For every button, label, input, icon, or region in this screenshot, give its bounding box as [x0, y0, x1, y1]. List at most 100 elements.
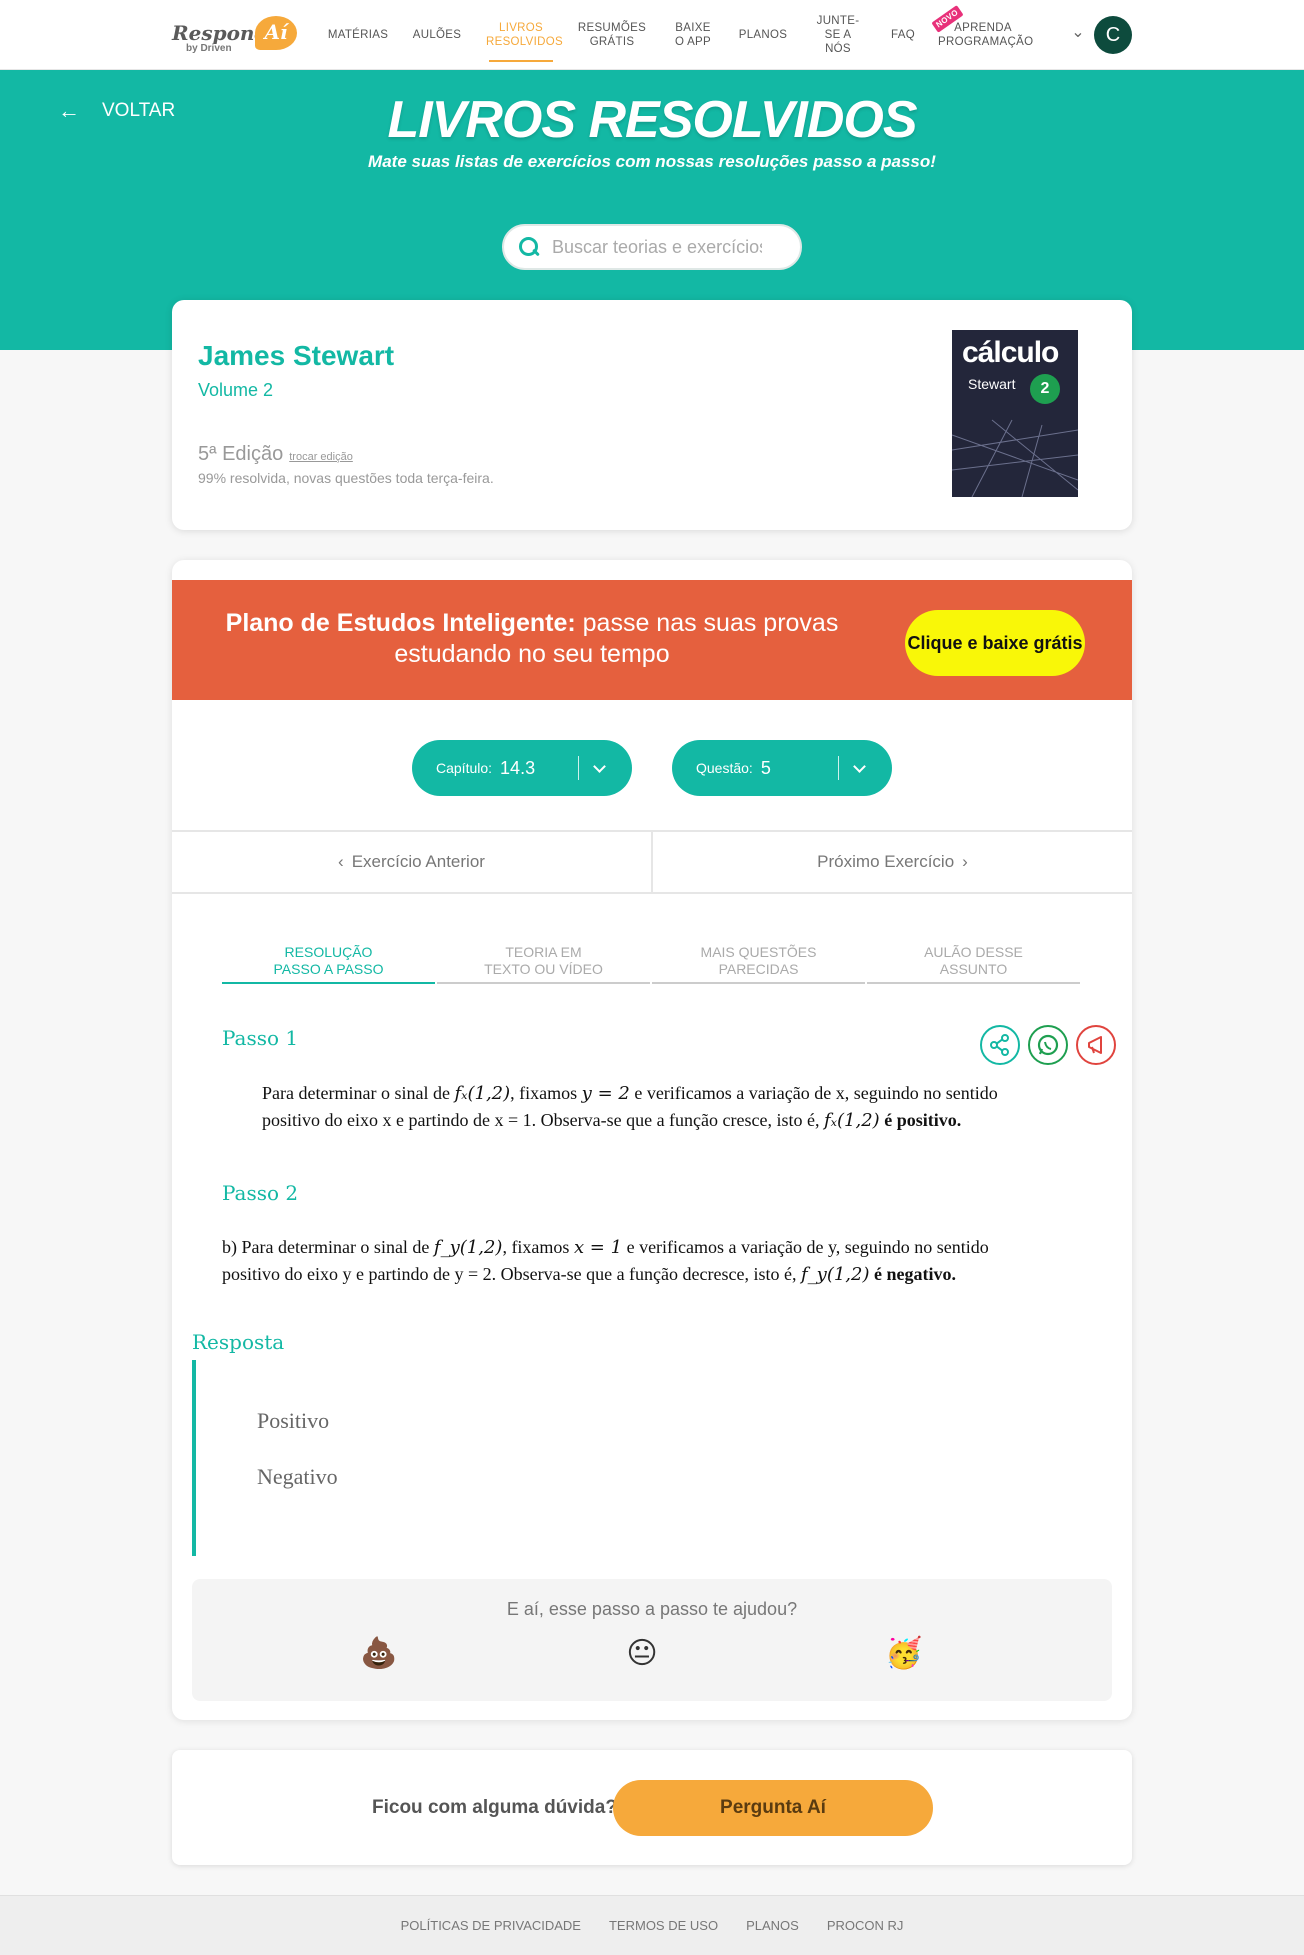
search-input[interactable]	[552, 236, 762, 258]
text-bold: é negativo.	[869, 1264, 956, 1284]
nav-item-baixe-app[interactable]: BAIXE O APP	[658, 0, 728, 70]
feedback-question: E aí, esse passo a passo te ajudou?	[506, 1599, 798, 1619]
footer-link-procon[interactable]: PROCON RJ	[827, 1918, 904, 1933]
promo-text: Plano de Estudos Inteligente: passe nas …	[212, 608, 852, 670]
chapter-select[interactable]: Capítulo: 14.3	[412, 740, 632, 796]
report-error-button[interactable]	[1076, 1025, 1116, 1065]
tab-line: RESOLUÇÃO	[284, 944, 373, 960]
promo-banner: Plano de Estudos Inteligente: passe nas …	[172, 580, 1132, 700]
responde-ai-logo[interactable]: Responde Aí by Driven	[172, 16, 302, 56]
footer-links: POLÍTICAS DE PRIVACIDADE TERMOS DE USO P…	[0, 1918, 1304, 1933]
nav-label: LIVROS RESOLVIDOS	[486, 22, 563, 48]
tab-line: PARECIDAS	[718, 961, 799, 977]
nav-label: AULÕES	[412, 29, 462, 41]
nav-item-aprenda-programacao[interactable]: NOVO APRENDA PROGRAMAÇÃO	[928, 0, 1038, 70]
tab-teoria[interactable]: TEORIA EM TEXTO OU VÍDEO	[437, 942, 650, 984]
footer-link-plans[interactable]: PLANOS	[746, 1918, 799, 1933]
whatsapp-share-button[interactable]	[1028, 1025, 1068, 1065]
nav-label: BAIXE O APP	[674, 22, 712, 48]
megaphone-icon	[1078, 1027, 1114, 1063]
exercise-card: Plano de Estudos Inteligente: passe nas …	[172, 560, 1132, 1720]
tab-line: TEXTO OU VÍDEO	[484, 961, 603, 977]
tab-line: ASSUNTO	[939, 961, 1008, 977]
footer-link-privacy[interactable]: POLÍTICAS DE PRIVACIDADE	[401, 1918, 581, 1933]
step-1-title: Passo 1	[222, 1026, 299, 1050]
promo-download-button[interactable]: Clique e baixe grátis	[905, 610, 1085, 676]
nav-item-junte-se[interactable]: JUNTE-SE A NÓS	[798, 0, 878, 70]
text: , fixamos	[510, 1083, 582, 1103]
nav-item-faq[interactable]: FAQ	[878, 0, 928, 70]
nav-label: APRENDA PROGRAMAÇÃO	[938, 22, 1034, 48]
math: fₓ(1,2)	[454, 1083, 511, 1104]
text-bold: é positivo.	[879, 1110, 962, 1130]
help-card: Ficou com alguma dúvida? Pergunta Aí	[172, 1750, 1132, 1865]
tab-resolucao[interactable]: RESOLUÇÃO PASSO A PASSO	[222, 942, 435, 984]
next-exercise-button[interactable]: Próximo Exercício ›	[651, 832, 1132, 892]
feedback-box: E aí, esse passo a passo te ajudou? 💩 😐 …	[192, 1579, 1112, 1701]
edition-label: 5ª Edição	[198, 443, 284, 465]
answer-title: Resposta	[192, 1330, 285, 1354]
chevron-left-icon: ‹	[338, 852, 344, 871]
divider	[838, 756, 839, 780]
nav-item-livros-resolvidos[interactable]: LIVROS RESOLVIDOS	[476, 0, 566, 70]
share-button[interactable]	[980, 1025, 1020, 1065]
swap-edition-link[interactable]: trocar edição	[289, 451, 353, 463]
question-value: 5	[760, 757, 771, 778]
nav-item-auloes[interactable]: AULÕES	[398, 0, 476, 70]
step-2-title: Passo 2	[222, 1181, 299, 1205]
search-icon[interactable]	[518, 236, 540, 258]
page-title: LIVROS RESOLVIDOS	[387, 91, 917, 149]
chapter-label: Capítulo:	[436, 760, 493, 776]
question-select[interactable]: Questão: 5	[672, 740, 892, 796]
divider	[578, 756, 579, 780]
share-icon	[982, 1027, 1018, 1063]
tab-mais-questoes[interactable]: MAIS QUESTÕES PARECIDAS	[652, 942, 865, 984]
footer-link-terms[interactable]: TERMOS DE USO	[609, 1918, 718, 1933]
avatar[interactable]: C	[1094, 16, 1132, 54]
book-author: James Stewart	[198, 340, 395, 371]
neutral-face-icon[interactable]: 😐	[622, 1634, 662, 1674]
search-box	[502, 224, 802, 270]
text: , fixamos	[502, 1237, 574, 1257]
ask-button[interactable]: Pergunta Aí	[613, 1780, 933, 1836]
main-nav: MATÉRIAS AULÕES LIVROS RESOLVIDOS RESUMÕ…	[318, 0, 1038, 70]
math: f_y(1,2)	[800, 1264, 870, 1285]
page-subtitle: Mate suas listas de exercícios com nossa…	[368, 152, 936, 171]
tab-line: TEORIA EM	[505, 944, 582, 960]
book-card: James Stewart Volume 2 5ª Edição trocar e…	[172, 300, 1132, 530]
book-edition: 5ª Edição trocar edição	[198, 443, 353, 466]
logo-bubble: Aí	[255, 16, 297, 50]
tab-aulao[interactable]: AULÃO DESSE ASSUNTO	[867, 942, 1080, 984]
text: Para determinar o sinal de	[262, 1083, 455, 1103]
prev-label: Exercício Anterior	[351, 852, 485, 871]
answer-item: Negativo	[257, 1464, 338, 1489]
chapter-value: 14.3	[500, 757, 536, 778]
book-cover: cálculo Stewart 2	[952, 330, 1078, 497]
promo-bold: Plano de Estudos Inteligente:	[225, 609, 576, 637]
text: b) Para determinar o sinal de	[222, 1237, 434, 1257]
nav-label: MATÉRIAS	[327, 29, 389, 41]
answer-item: Positivo	[257, 1408, 330, 1433]
exercise-navigation: ‹ Exercício Anterior Próximo Exercício ›	[172, 830, 1132, 894]
chevron-down-icon[interactable]: ⌄	[1068, 23, 1088, 43]
cover-volume-badge: 2	[1030, 374, 1060, 404]
nav-item-planos[interactable]: PLANOS	[728, 0, 798, 70]
book-status: 99% resolvida, novas questões toda terça…	[198, 470, 494, 486]
math: f_y(1,2)	[433, 1237, 503, 1258]
nav-item-resumoes[interactable]: RESUMÕES GRÁTIS	[566, 0, 658, 70]
tab-line: MAIS QUESTÕES	[700, 944, 817, 960]
previous-exercise-button[interactable]: ‹ Exercício Anterior	[172, 832, 651, 892]
math: x = 1	[573, 1237, 623, 1258]
solution-tabs: RESOLUÇÃO PASSO A PASSO TEORIA EM TEXTO OU…	[222, 942, 1082, 984]
top-navbar: Responde Aí by Driven MATÉRIAS AULÕES LI…	[0, 0, 1304, 70]
logo-subtitle: by Driven	[186, 43, 232, 54]
poop-emoji-icon[interactable]: 💩	[359, 1634, 399, 1674]
footer: POLÍTICAS DE PRIVACIDADE TERMOS DE USO P…	[0, 1895, 1304, 1955]
nav-label: JUNTE-SE A NÓS	[816, 15, 860, 55]
tab-line: AULÃO DESSE	[924, 944, 1023, 960]
party-face-icon[interactable]: 🥳	[884, 1634, 924, 1674]
whatsapp-icon	[1030, 1027, 1066, 1063]
nav-item-materias[interactable]: MATÉRIAS	[318, 0, 398, 70]
chevron-right-icon: ›	[962, 852, 968, 871]
nav-label: RESUMÕES GRÁTIS	[577, 22, 647, 48]
